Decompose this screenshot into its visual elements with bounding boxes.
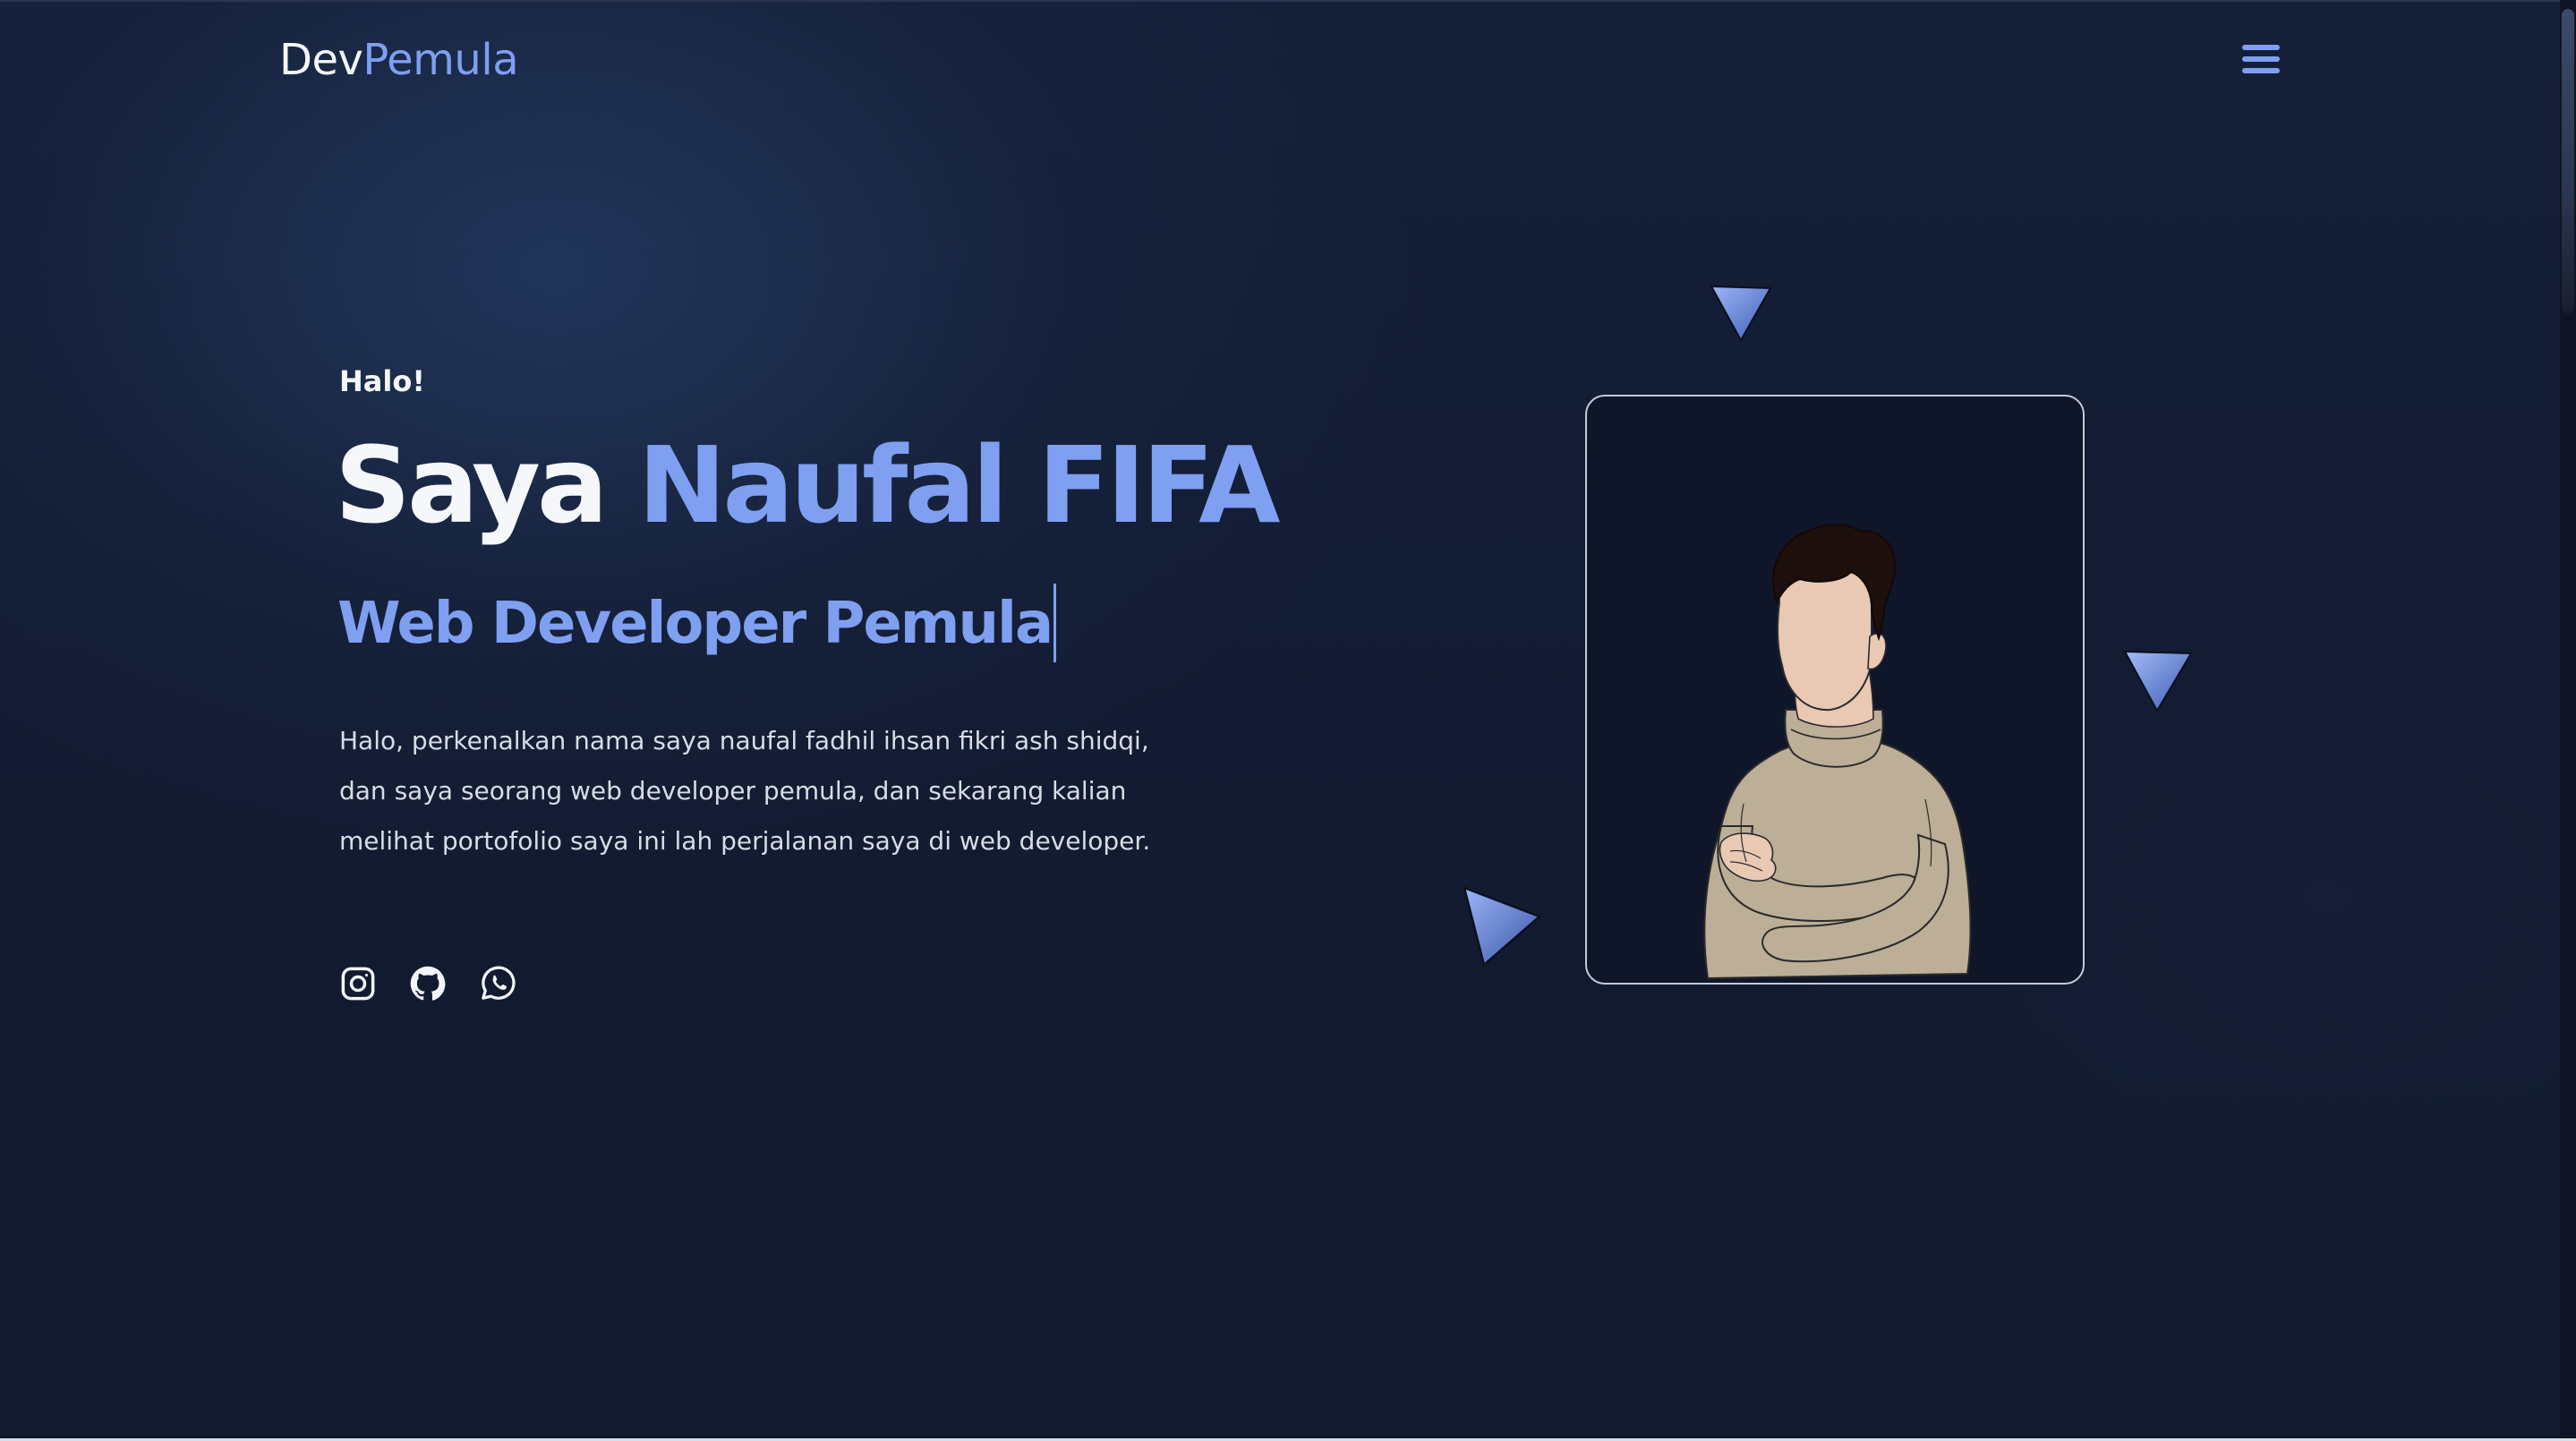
hamburger-menu-icon[interactable] xyxy=(2242,43,2280,75)
github-icon[interactable] xyxy=(407,963,448,1004)
logo-text-dev: Dev xyxy=(279,35,363,85)
scrollbar[interactable] xyxy=(2560,0,2576,1441)
triangle-decoration-right xyxy=(2123,650,2193,713)
profile-illustration xyxy=(1703,524,1972,980)
whatsapp-icon[interactable] xyxy=(477,963,518,1004)
menu-bar xyxy=(2242,56,2280,62)
role-text: Web Developer Pemula xyxy=(337,591,1053,657)
headline-name: Naufal FIFA xyxy=(637,423,1281,547)
hero-headline: Saya Naufal FIFA xyxy=(335,422,1281,548)
triangle-decoration-left xyxy=(1463,885,1542,968)
hero-page: DevPemula Halo! Saya Naufal FIFA Web Dev… xyxy=(0,0,2560,1440)
triangle-decoration-top xyxy=(1710,285,1772,343)
logo-text-pemula: Pemula xyxy=(363,35,519,85)
social-links xyxy=(337,963,518,1004)
site-logo[interactable]: DevPemula xyxy=(279,32,519,88)
menu-bar xyxy=(2242,45,2280,50)
scrollbar-thumb[interactable] xyxy=(2562,9,2574,313)
profile-image-card xyxy=(1585,395,2085,985)
greeting-text: Halo! xyxy=(339,364,425,398)
typing-cursor xyxy=(1053,584,1057,663)
menu-bar xyxy=(2242,68,2280,73)
headline-prefix: Saya xyxy=(335,423,609,547)
instagram-icon[interactable] xyxy=(337,963,379,1004)
intro-paragraph: Halo, perkenalkan nama saya naufal fadhi… xyxy=(339,726,1151,856)
role-typing-text: Web Developer Pemula xyxy=(337,584,1057,666)
